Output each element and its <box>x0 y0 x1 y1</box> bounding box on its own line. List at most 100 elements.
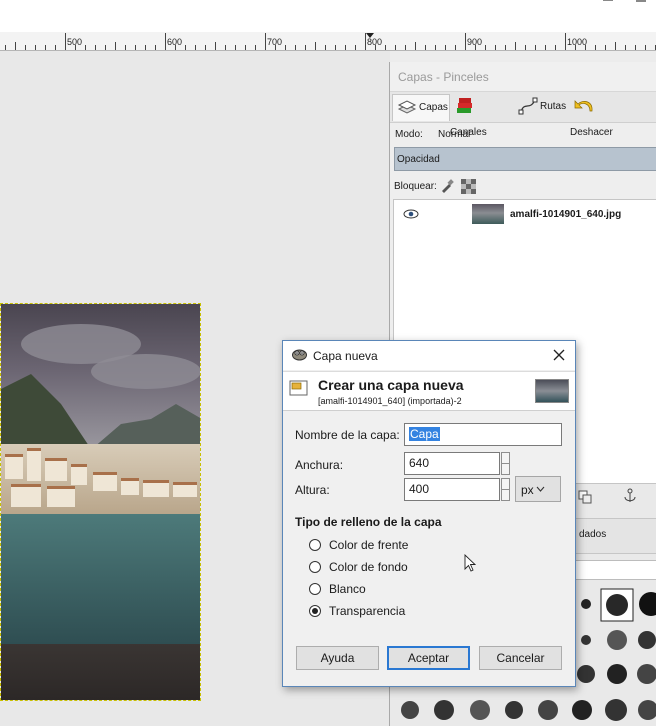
dock-tabs: Capas Canales Rutas Deshacer <box>390 92 656 138</box>
layer-row[interactable]: amalfi-1014901_640.jpg <box>394 200 656 230</box>
fill-option-label: Blanco <box>329 582 366 596</box>
height-input[interactable]: 400 <box>404 478 500 501</box>
width-spin-down[interactable] <box>501 463 510 475</box>
tab-partial-label: dados <box>579 529 607 540</box>
duplicate-layer-icon[interactable] <box>578 490 592 504</box>
ruler-tick <box>445 45 446 50</box>
height-spin-down[interactable] <box>501 489 510 501</box>
opacity-slider[interactable]: Opacidad <box>394 147 656 171</box>
ruler-label: 900 <box>467 37 483 47</box>
ruler-label: 500 <box>67 37 83 47</box>
radio-button[interactable] <box>309 539 321 551</box>
ruler-tick <box>495 45 496 50</box>
mode-select[interactable]: Normal <box>438 129 470 140</box>
fill-option-white[interactable]: Blanco <box>309 582 449 598</box>
maximize-icon[interactable] <box>636 0 646 2</box>
ruler-tick <box>135 45 136 50</box>
fill-option-label: Color de frente <box>329 538 409 552</box>
mode-label: Modo: <box>395 129 423 140</box>
photo-sea <box>1 514 200 644</box>
dialog-header: Crear una capa nueva [amalfi-1014901_640… <box>283 371 575 411</box>
tab-paths[interactable]: Rutas <box>514 94 568 120</box>
layer-name[interactable]: amalfi-1014901_640.jpg <box>510 209 621 220</box>
ruler-tick <box>555 45 556 50</box>
new-layer-icon <box>289 380 308 396</box>
ruler-tick <box>405 45 406 50</box>
ruler-tick <box>125 45 126 50</box>
ruler-tick <box>325 45 326 50</box>
ruler-tick <box>645 45 646 50</box>
lock-pixels-icon[interactable] <box>440 179 454 193</box>
ruler-label: 700 <box>267 37 283 47</box>
radio-button[interactable] <box>309 561 321 573</box>
ruler-tick <box>285 45 286 50</box>
ruler-tick <box>255 45 256 50</box>
radio-button-selected[interactable] <box>309 605 321 617</box>
ruler-label: 600 <box>167 37 183 47</box>
lock-alpha-icon[interactable] <box>461 179 476 194</box>
ruler-tick <box>265 33 266 50</box>
ruler-tick <box>395 45 396 50</box>
close-icon[interactable] <box>553 349 565 361</box>
dialog-subheading: [amalfi-1014901_640] (importada)-2 <box>318 396 462 406</box>
ruler-tick <box>465 33 466 50</box>
ruler-tick <box>535 45 536 50</box>
ruler-tick <box>35 45 36 50</box>
photo-pier <box>1 644 200 700</box>
fill-option-label: Transparencia <box>329 604 406 618</box>
help-label: Ayuda <box>320 651 355 665</box>
chevron-down-icon <box>536 486 545 492</box>
ruler-tick <box>485 45 486 50</box>
ruler-tick <box>355 45 356 50</box>
fill-option-transparency[interactable]: Transparencia <box>309 604 449 620</box>
tab-partial[interactable]: dados <box>570 518 656 554</box>
dialog-title-bar[interactable]: Capa nueva <box>283 341 575 370</box>
ruler-tick <box>425 45 426 50</box>
cancel-button[interactable]: Cancelar <box>479 646 562 670</box>
fill-option-foreground[interactable]: Color de frente <box>309 538 449 554</box>
ruler-label: 800 <box>367 37 383 47</box>
ok-label: Aceptar <box>407 651 450 665</box>
help-button[interactable]: Ayuda <box>296 646 379 670</box>
layer-name-input[interactable]: Capa <box>404 423 562 446</box>
ruler-tick <box>65 33 66 50</box>
visibility-eye-icon[interactable] <box>403 209 419 219</box>
tab-channels[interactable]: Canales <box>450 94 512 138</box>
width-value: 640 <box>409 456 430 470</box>
ruler-tick <box>195 45 196 50</box>
width-input[interactable]: 640 <box>404 452 500 475</box>
ruler-tick <box>515 42 516 50</box>
ruler-tick <box>435 45 436 50</box>
tab-layers[interactable]: Capas <box>392 94 450 121</box>
dialog-title: Capa nueva <box>313 349 378 363</box>
tab-undo[interactable]: Deshacer <box>570 94 638 138</box>
height-label: Altura: <box>295 483 330 497</box>
ok-button[interactable]: Aceptar <box>387 646 470 670</box>
ruler-tick <box>165 33 166 50</box>
ruler-tick <box>155 45 156 50</box>
unit-select[interactable]: px <box>515 476 561 502</box>
ruler-tick <box>25 45 26 50</box>
ruler-tick <box>335 45 336 50</box>
ruler-tick <box>305 45 306 50</box>
minimize-icon[interactable] <box>603 0 613 1</box>
horizontal-ruler[interactable]: 500 600 700 800 900 1000 <box>0 32 656 51</box>
ruler-tick <box>505 45 506 50</box>
fill-option-background[interactable]: Color de fondo <box>309 560 449 576</box>
new-layer-dialog: Capa nueva Crear una capa nueva [amalfi-… <box>282 340 576 687</box>
unit-value: px <box>521 483 534 497</box>
ruler-tick <box>145 45 146 50</box>
anchor-icon[interactable] <box>623 488 637 504</box>
ruler-tick <box>45 45 46 50</box>
ruler-tick <box>415 42 416 50</box>
cancel-label: Cancelar <box>496 651 545 665</box>
radio-button[interactable] <box>309 583 321 595</box>
photo-town <box>1 444 200 514</box>
lock-label: Bloquear: <box>394 181 437 192</box>
ruler-tick <box>625 45 626 50</box>
ruler-tick <box>525 45 526 50</box>
brush-filter-input[interactable] <box>570 560 656 580</box>
image-photo[interactable] <box>0 303 201 701</box>
fill-option-label: Color de fondo <box>329 560 408 574</box>
ruler-tick <box>315 42 316 50</box>
